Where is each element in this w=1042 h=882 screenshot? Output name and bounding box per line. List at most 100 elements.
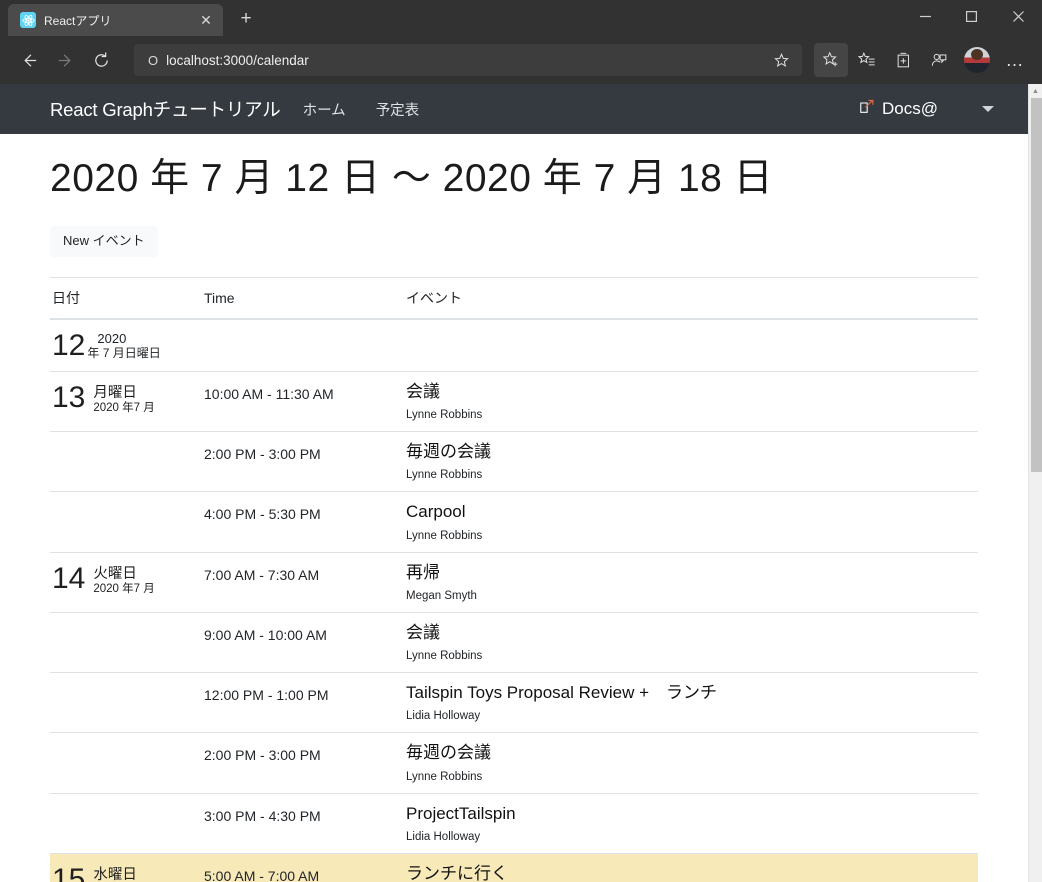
add-favorite-icon[interactable] <box>768 47 794 73</box>
app-brand[interactable]: React Graphチュートリアル <box>50 96 281 122</box>
new-tab-button[interactable]: + <box>231 4 261 34</box>
event-time: 2:00 PM - 3:00 PM <box>204 446 321 463</box>
event-detail-cell: 毎週の会議 Lynne Robbins <box>404 732 978 794</box>
favorite-star-plus-icon[interactable] <box>814 43 848 77</box>
date-block: 12 2020 年 7 月日曜日 <box>52 329 202 361</box>
nav-link-home[interactable]: ホーム <box>303 99 346 120</box>
date-block: 13 月曜日 2020 年7 月 <box>52 381 202 416</box>
event-date-cell <box>50 611 202 673</box>
nav-link-calendar[interactable]: 予定表 <box>376 99 420 120</box>
date-weekday: 月曜日 <box>93 384 137 401</box>
event-detail-cell: 毎週の会議 Lynne Robbins <box>404 431 978 492</box>
event-time-cell: 7:00 AM - 7:30 AM <box>202 551 404 613</box>
event-title: 毎週の会議 <box>406 442 491 462</box>
chevron-down-icon[interactable] <box>982 106 994 112</box>
close-window-button[interactable] <box>994 0 1042 32</box>
event-time-cell <box>202 318 404 372</box>
table-row[interactable]: 3:00 PM - 4:30 PM ProjectTailspin Lidia Ho… <box>50 792 978 854</box>
table-row[interactable]: 2:00 PM - 3:00 PM 毎週の会議 Lynne Robbins <box>50 431 978 492</box>
event-time: 10:00 AM - 11:30 AM <box>204 385 334 402</box>
column-header-date: 日付 <box>50 276 202 320</box>
event-time: 2:00 PM - 3:00 PM <box>204 747 321 764</box>
event-organizer: Lynne Robbins <box>406 409 483 422</box>
event-date-cell <box>50 491 202 553</box>
back-icon[interactable] <box>12 43 46 77</box>
tab-close-icon[interactable]: ✕ <box>197 11 215 29</box>
external-link-icon <box>859 99 875 120</box>
table-row[interactable]: 15 水曜日2020 年7 月 5:00 AM - 7:00 AM ランチに行くLyn… <box>50 852 978 882</box>
event-time-cell: 12:00 PM - 1:00 PM <box>202 672 404 733</box>
browser-titlebar: Reactアプリ ✕ + <box>0 0 1042 36</box>
settings-more-icon[interactable]: … <box>998 43 1032 77</box>
date-weekday: 水曜日 <box>93 866 137 882</box>
event-time-cell: 10:00 AM - 11:30 AM <box>202 370 404 432</box>
minimize-button[interactable] <box>902 0 948 32</box>
profile-avatar[interactable] <box>964 47 990 73</box>
event-organizer: Lidia Holloway <box>406 710 481 723</box>
web-page: React Graphチュートリアル ホーム 予定表 Docs@ 2020 年 … <box>0 84 1028 882</box>
table-row[interactable]: 4:00 PM - 5:30 PM Carpool Lynne Robbins <box>50 491 978 553</box>
event-organizer: Lynne Robbins <box>406 469 483 482</box>
forward-icon[interactable] <box>48 43 82 77</box>
new-event-button[interactable]: New イベント <box>50 226 158 257</box>
event-time: 4:00 PM - 5:30 PM <box>204 506 321 523</box>
event-time-cell: 3:00 PM - 4:30 PM <box>202 792 404 854</box>
date-detail: 火曜日 2020 年7 月 <box>93 564 154 597</box>
date-detail: 水曜日2020 年7 月 <box>93 865 154 882</box>
event-organizer: Lynne Robbins <box>406 529 483 542</box>
event-title: 毎週の会議 <box>406 743 491 763</box>
column-header-event: イベント <box>404 276 978 320</box>
favorites-list-icon[interactable] <box>850 43 884 77</box>
event-time: 9:00 AM - 10:00 AM <box>204 626 327 643</box>
address-bar[interactable]: O localhost:3000/calendar <box>134 44 802 76</box>
url-text: localhost:3000/calendar <box>166 52 309 68</box>
day-number: 14 <box>52 561 86 595</box>
event-organizer: Lidia Holloway <box>406 830 481 843</box>
table-row[interactable]: 13 月曜日 2020 年7 月 10:00 AM - 11:30 AM 会議 Lynne… <box>50 370 978 432</box>
reload-icon[interactable] <box>84 43 118 77</box>
date-block: 14 火曜日 2020 年7 月 <box>52 562 202 597</box>
event-date-cell: 13 月曜日 2020 年7 月 <box>50 370 202 432</box>
tab-title: Reactアプリ <box>44 13 112 28</box>
page-scrollbar[interactable]: ▲ <box>1028 84 1042 882</box>
column-header-time: Time <box>202 276 404 320</box>
table-row[interactable]: 2:00 PM - 3:00 PM 毎週の会議 Lynne Robbins <box>50 732 978 794</box>
table-row[interactable]: 9:00 AM - 10:00 AM 会議 Lynne Robbins <box>50 611 978 673</box>
share-profile-icon[interactable] <box>922 43 956 77</box>
maximize-button[interactable] <box>948 0 994 32</box>
page-viewport: React Graphチュートリアル ホーム 予定表 Docs@ 2020 年 … <box>0 84 1042 882</box>
docs-label: Docs@ <box>882 99 938 118</box>
table-row[interactable]: 14 火曜日 2020 年7 月 7:00 AM - 7:30 AM 再帰 Megan S… <box>50 551 978 613</box>
table-row[interactable]: 12:00 PM - 1:00 PM Tailspin Toys Proposal… <box>50 672 978 733</box>
event-time-cell: 4:00 PM - 5:30 PM <box>202 491 404 553</box>
navbar-right: Docs@ <box>859 99 1028 120</box>
event-detail-cell: Carpool Lynne Robbins <box>404 491 978 553</box>
site-info-icon[interactable]: O <box>148 54 158 67</box>
event-date-cell: 12 2020 年 7 月日曜日 <box>50 318 202 372</box>
date-year-month: 2020 年7 月 <box>93 582 155 595</box>
window-controls <box>902 0 1042 32</box>
event-organizer: Lynne Robbins <box>406 650 483 663</box>
scroll-up-arrow-icon[interactable]: ▲ <box>1029 84 1042 98</box>
docs-link[interactable]: Docs@ <box>859 99 938 120</box>
event-detail-cell: 会議 Lynne Robbins <box>404 370 978 432</box>
collections-icon[interactable] <box>886 43 920 77</box>
event-time-cell: 5:00 AM - 7:00 AM <box>202 852 404 882</box>
event-date-cell <box>50 672 202 733</box>
table-row[interactable]: 12 2020 年 7 月日曜日 <box>50 318 978 372</box>
event-time: 3:00 PM - 4:30 PM <box>204 807 321 824</box>
calendar-body: 12 2020 年 7 月日曜日 13 月曜日 2020 年7 月 10:00 AM - 1… <box>50 318 978 882</box>
scrollbar-thumb[interactable] <box>1031 98 1042 472</box>
event-time: 7:00 AM - 7:30 AM <box>204 566 320 583</box>
page-title: 2020 年 7 月 12 日 ～ 2020 年 7 月 18 日 <box>50 157 774 200</box>
event-detail-cell: ProjectTailspin Lidia Holloway <box>404 792 978 854</box>
event-detail-cell <box>404 318 978 372</box>
table-header-row: 日付 Time イベント <box>50 276 978 320</box>
browser-tab[interactable]: Reactアプリ ✕ <box>8 4 223 36</box>
event-time-cell: 2:00 PM - 3:00 PM <box>202 431 404 492</box>
event-date-cell: 15 水曜日2020 年7 月 <box>50 852 202 882</box>
calendar-table: 日付 Time イベント 12 2020 年 7 月日曜日 13 月曜日 2020 年7 … <box>50 276 978 882</box>
event-date-cell <box>50 792 202 854</box>
event-title: 再帰 <box>406 562 440 582</box>
event-detail-cell: 会議 Lynne Robbins <box>404 611 978 673</box>
